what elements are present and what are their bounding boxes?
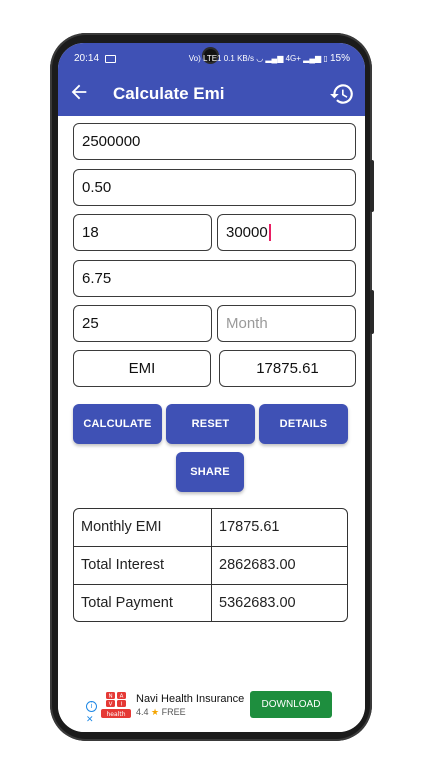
ad-app-name: Navi Health Insurance xyxy=(136,693,245,705)
logo-letter: V xyxy=(109,702,113,708)
interest-rate-input[interactable]: 6.75 xyxy=(73,260,356,297)
screen-cast-icon xyxy=(105,55,116,63)
network-type: 4G+ xyxy=(285,54,301,63)
ad-close-icon[interactable]: ✕ xyxy=(86,714,94,725)
reset-button[interactable]: RESET xyxy=(166,404,255,444)
field-b-input[interactable]: 30000 xyxy=(217,214,356,251)
result-label: Monthly EMI xyxy=(81,519,162,535)
history-icon[interactable] xyxy=(329,81,355,107)
star-icon: ★ xyxy=(151,707,160,717)
signal-info: Vo) LTE1 0.1 KB/s xyxy=(188,54,254,63)
result-value: 5362683.00 xyxy=(219,595,296,611)
result-value-field: 17875.61 xyxy=(219,350,356,387)
details-button[interactable]: DETAILS xyxy=(259,404,348,444)
result-label-field: EMI xyxy=(73,350,211,387)
field-a-input[interactable]: 18 xyxy=(73,214,212,251)
result-value: 2862683.00 xyxy=(219,557,296,573)
logo-letter: N xyxy=(108,694,112,700)
status-bar: 20:14 Vo) LTE1 0.1 KB/s ◡ ▂▄▆ 4G+ ▂▄▆ ▯ … xyxy=(74,49,350,69)
tenure-input[interactable]: 25 xyxy=(73,305,212,342)
page-title: Calculate Emi xyxy=(113,84,225,103)
ad-rating-line: 4.4 ★ FREE xyxy=(136,707,186,718)
battery-level: 15% xyxy=(329,53,350,64)
share-button[interactable]: SHARE xyxy=(176,452,244,492)
loan-amount-input[interactable]: 2500000 xyxy=(73,123,356,160)
ad-download-button[interactable]: DOWNLOAD xyxy=(250,691,332,718)
result-label: Total Interest xyxy=(81,557,165,573)
ad-info-icon[interactable]: i xyxy=(86,701,97,712)
ad-price: FREE xyxy=(161,707,186,717)
app-screen: 20:14 Vo) LTE1 0.1 KB/s ◡ ▂▄▆ 4G+ ▂▄▆ ▯ … xyxy=(58,43,365,732)
status-time: 20:14 xyxy=(74,53,100,64)
column-divider xyxy=(211,509,212,621)
status-right: Vo) LTE1 0.1 KB/s ◡ ▂▄▆ 4G+ ▂▄▆ ▯ 15% xyxy=(188,53,350,64)
calculate-button[interactable]: CALCULATE xyxy=(73,404,162,444)
app-bar: 20:14 Vo) LTE1 0.1 KB/s ◡ ▂▄▆ 4G+ ▂▄▆ ▯ … xyxy=(58,43,365,116)
processing-fee-input[interactable]: 0.50 xyxy=(73,169,356,206)
result-value: 17875.61 xyxy=(219,519,280,535)
navi-logo-icon: N A V I health xyxy=(101,692,131,718)
tenure-unit-input[interactable]: Month xyxy=(217,305,356,342)
field-b-value: 30000 xyxy=(226,224,268,241)
results-table: Monthly EMI 17875.61 Total Interest 2862… xyxy=(73,508,348,622)
back-arrow-icon[interactable] xyxy=(68,81,90,103)
ad-rating: 4.4 xyxy=(136,707,149,717)
power-button xyxy=(370,290,374,334)
logo-health-text: health xyxy=(107,711,126,718)
logo-letter: A xyxy=(120,694,124,700)
text-cursor xyxy=(268,223,271,241)
volume-button xyxy=(370,160,374,212)
result-label: Total Payment xyxy=(81,595,173,611)
